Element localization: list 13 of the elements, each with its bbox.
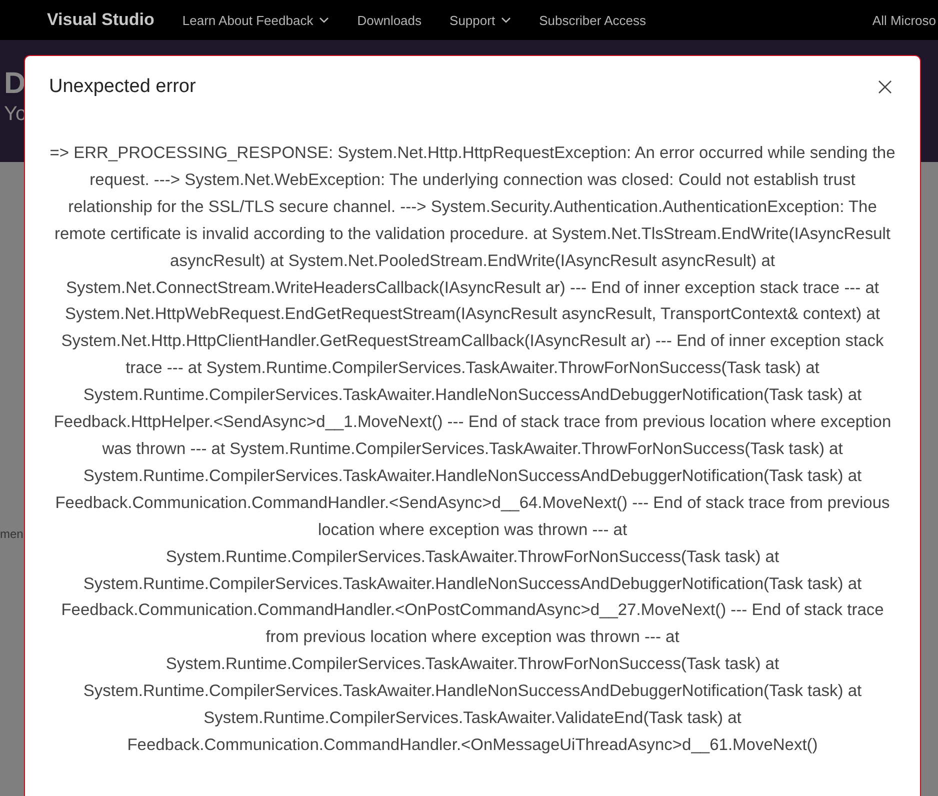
side-text: men xyxy=(0,527,24,541)
nav-menu-item[interactable]: Learn About Feedback xyxy=(182,12,330,28)
dialog-title: Unexpected error xyxy=(49,76,196,98)
close-icon xyxy=(878,80,892,94)
page-heading: D xyxy=(4,67,26,101)
nav-menu-item[interactable]: Support xyxy=(450,12,512,28)
nav-link[interactable]: Subscriber Access xyxy=(539,12,646,28)
nav-link[interactable]: Downloads xyxy=(357,12,422,28)
brand-link[interactable]: Visual Studio xyxy=(47,10,154,30)
caret-icon xyxy=(501,17,512,23)
nav-link[interactable]: All Microso xyxy=(872,12,936,28)
caret-icon xyxy=(319,17,330,23)
error-message: => ERR_PROCESSING_RESPONSE: System.Net.Http.HttpRequestException: An error occurred while sending the request. ---> System.Net.WebException: The underlying connection was closed: Could not establish trust relationship for the SSL/TLS secure channel. ---> System.Security.Authentication.AuthenticationException: The remote certificate is invalid according to the validation procedure. at System.Net.TlsStream.EndWrite(IAsyncResult asyncResult) at System.Net.PooledStream.EndWrite(IAsyncResult asyncResult) at System.Net.ConnectStream.WriteHeadersCallback(IAsyncResult ar) --- End of inner exception stack trace --- at System.Net.HttpWebRequest.EndGetRequestStream(IAsyncResult asyncResult, TransportContext& context) at System.Net.Http.HttpClientHandler.GetRequestStreamCallback(IAsyncResult ar) --- End of inner exception stack trace --- at System.Runtime.CompilerServices.TaskAwaiter.ThrowForNonSuccess(Task task) at System.Runtime.CompilerServices.TaskAwaiter.HandleNonSuccessAndDebuggerNotification(Task task) at Feedback.HttpHelper.<SendAsync>d__1.MoveNext() --- End of stack trace from previous location where exception was thrown --- at System.Runtime.CompilerServices.TaskAwaiter.ThrowForNonSuccess(Task task) at System.Runtime.CompilerServices.TaskAwaiter.HandleNonSuccessAndDebuggerNotification(Task task) at Feedback.Communication.CommandHandler.<SendAsync>d__64.MoveNext() --- End of stack trace from previous location where exception was thrown --- at System.Runtime.CompilerServices.TaskAwaiter.ThrowForNonSuccess(Task task) at System.Runtime.CompilerServices.TaskAwaiter.HandleNonSuccessAndDebuggerNotification(Task task) at Feedback.Communication.CommandHandler.<OnPostCommandAsync>d__27.MoveNext() --- End of stack trace from previous location where exception was thrown --- at System.Runtime.CompilerServices.TaskAwaiter.ThrowForNonSuccess(Task task) at System.Runtime.CompilerServices.TaskAwaiter.HandleNonSuccessAndDebuggerNotification(Task task) at System.Runtime.CompilerServices.TaskAwaiter.ValidateEnd(Task task) at Feedback.Communication.CommandHandler.<OnMessageUiThreadAsync>d__61.MoveNext() xyxy=(49,143,896,756)
